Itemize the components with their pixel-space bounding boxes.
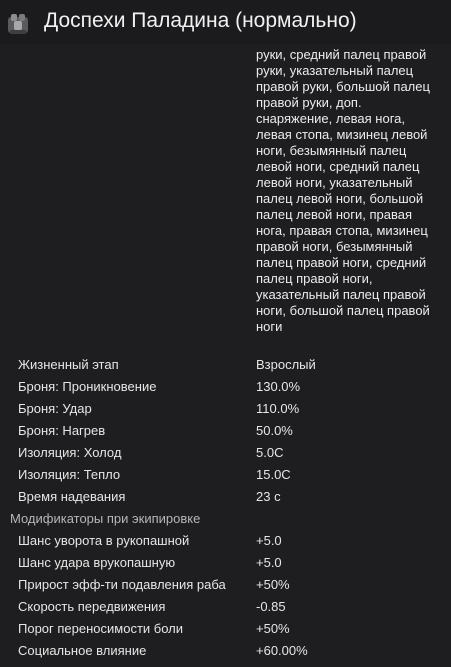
stat-value: 130.0% — [256, 379, 301, 394]
stat-value: 110.0% — [256, 401, 300, 416]
window-title: Доспехи Паладина (нормально) — [44, 9, 357, 32]
stat-row[interactable]: Изоляция: Холод 5.0C — [0, 442, 451, 464]
stat-label: Прирост эфф-ти подавления раба — [18, 577, 226, 592]
stat-label: Время надевания — [18, 489, 126, 504]
stat-value: Взрослый — [256, 357, 316, 372]
covered-body-parts-lines: руки, средний палец правой руки, указател… — [256, 47, 451, 335]
stat-value: 50.0% — [256, 423, 293, 438]
stat-label: Социальное влияние — [18, 643, 147, 658]
stat-value: 15.0C — [256, 467, 291, 482]
stat-value: +5.0 — [256, 533, 282, 548]
body-parts-line: ноги — [256, 319, 283, 334]
covered-body-parts: руки, средний палец правой руки, указател… — [256, 47, 451, 335]
stat-value: 5.0C — [256, 445, 284, 460]
stat-row[interactable]: Броня: Нагрев 50.0% — [0, 420, 451, 442]
stat-row[interactable]: Порог переносимости боли +50% — [0, 618, 451, 640]
body-parts-line: ноги, большой палец правой — [256, 303, 430, 318]
stat-row[interactable]: Скорость передвижения -0.85 — [0, 596, 451, 618]
body-parts-line: снаряжение, левая нога, — [256, 111, 406, 126]
stat-row[interactable]: Шанс удара врукопашную +5.0 — [0, 552, 451, 574]
stat-row[interactable]: Броня: Проникновение 130.0% — [0, 376, 451, 398]
stat-label: Изоляция: Холод — [18, 445, 122, 460]
body-parts-line: левой ноги, средний палец — [256, 159, 420, 174]
body-parts-line: руки, указательный палец — [256, 63, 414, 78]
item-info-window: Доспехи Паладина (нормально) руки, средн… — [0, 0, 451, 667]
body-parts-line: указательный палец правой — [256, 287, 426, 302]
stat-row[interactable]: Социальное влияние +60.00% — [0, 640, 451, 662]
stat-value: 23 с — [256, 489, 281, 504]
stat-row[interactable]: Шанс уворота в рукопашной +5.0 — [0, 530, 451, 552]
stat-label: Броня: Проникновение — [18, 379, 157, 394]
body-parts-line: левая стопа, мизинец левой — [256, 127, 428, 142]
stat-row[interactable]: Прирост эфф-ти подавления раба +50% — [0, 574, 451, 596]
body-parts-line: палец левой ноги, большой — [256, 191, 424, 206]
body-parts-line: палец левой ноги, правая — [256, 207, 412, 222]
body-parts-line: нога, правая стопа, мизинец — [256, 223, 428, 238]
stat-label: Скорость передвижения — [18, 599, 166, 614]
body-parts-line: правой руки, большой палец — [256, 79, 430, 94]
stat-label: Броня: Удар — [18, 401, 92, 416]
armor-icon — [8, 14, 28, 34]
stat-row[interactable]: Броня: Удар 110.0% — [0, 398, 451, 420]
stat-row[interactable]: Изоляция: Тепло 15.0C — [0, 464, 451, 486]
stat-row[interactable]: Жизненный этап Взрослый — [0, 354, 451, 376]
stat-rows: Жизненный этап Взрослый Броня: Проникновен… — [0, 354, 451, 508]
stats-list: Жизненный этап Взрослый Броня: Проникновен… — [0, 354, 451, 662]
body-parts-line: палец правой ноги, средний — [256, 255, 427, 270]
stat-row[interactable]: Время надевания 23 с — [0, 486, 451, 508]
title-bar: Доспехи Паладина (нормально) — [0, 0, 451, 44]
body-parts-line: правой руки, доп. — [256, 95, 362, 110]
item-details-panel[interactable]: руки, средний палец правой руки, указател… — [0, 44, 451, 667]
stat-value: +50% — [256, 577, 290, 592]
stat-label: Шанс удара врукопашную — [18, 555, 176, 570]
equip-modifiers-header: Модификаторы при экипировке — [0, 508, 451, 530]
stat-value: +50% — [256, 621, 290, 636]
stat-value: -0.85 — [256, 599, 286, 614]
equip-modifier-rows: Шанс уворота в рукопашной +5.0 Шанс удара … — [0, 530, 451, 662]
body-parts-line: ноги, безымянный палец — [256, 143, 407, 158]
stat-label: Изоляция: Тепло — [18, 467, 121, 482]
stat-label: Броня: Нагрев — [18, 423, 106, 438]
body-parts-line: руки, средний палец правой — [256, 47, 427, 62]
stat-label: Жизненный этап — [18, 357, 119, 372]
stat-value: +5.0 — [256, 555, 282, 570]
stat-label: Шанс уворота в рукопашной — [18, 533, 190, 548]
body-parts-line: левой ноги, указательный — [256, 175, 413, 190]
stat-label: Порог переносимости боли — [18, 621, 184, 636]
stat-value: +60.00% — [256, 643, 308, 658]
body-parts-line: палец правой ноги, — [256, 271, 373, 286]
body-parts-line: правой ноги, безымянный — [256, 239, 413, 254]
equip-modifiers-header-label: Модификаторы при экипировке — [10, 511, 201, 526]
